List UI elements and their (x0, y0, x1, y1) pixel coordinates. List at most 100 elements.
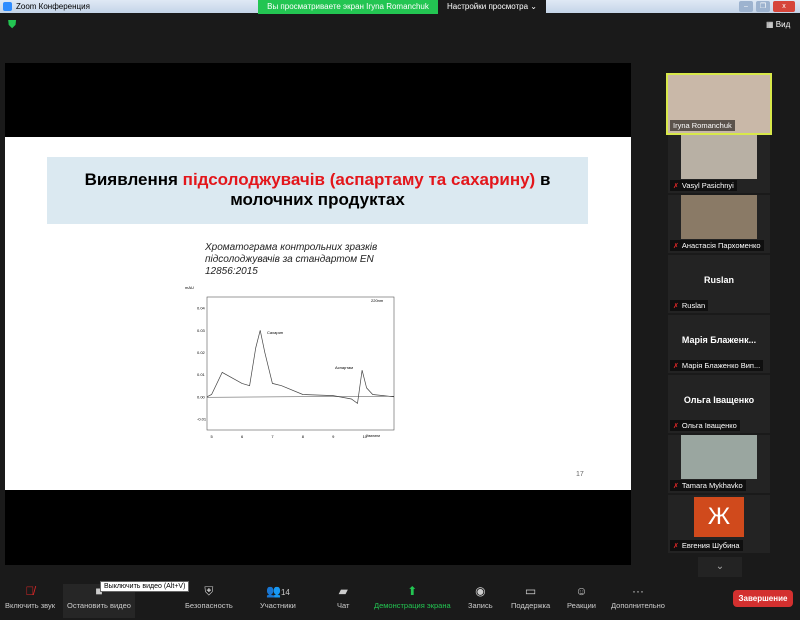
y-tick-label: 0.00 (197, 394, 206, 399)
tooltip: Выключить видео (Alt+V) (100, 581, 190, 592)
y-tick-label: -0.01 (197, 416, 207, 421)
participant-display-name: Ольга Іващенко (683, 395, 755, 405)
support-button[interactable]: ▭ Поддержка (511, 584, 550, 610)
share-screen-icon: ⬆ (407, 584, 418, 598)
screen-share-banner: Вы просматриваете экран Iryna Romanchuk (258, 0, 438, 14)
participant-name-tag: ✗ Евгения Шубина (670, 540, 743, 551)
view-button[interactable]: ▦ Вид (766, 20, 790, 29)
record-icon: ◉ (475, 584, 486, 598)
support-label: Поддержка (511, 601, 551, 610)
chromatogram-chart: mAU 220nm 0.04 0.03 0.02 0.01 0.00 -0.01 5 6 7 8 9… (185, 285, 395, 439)
y-tick-label: 0.01 (197, 372, 206, 377)
y-tick-label: 0.03 (197, 328, 206, 333)
muted-mic-icon: ✗ (673, 363, 679, 370)
participant-name: Iryna Romanchuk (673, 121, 732, 130)
x-tick-label: 5 (211, 434, 214, 439)
page-number: 17 (576, 471, 584, 478)
window-title: Zoom Конференция (16, 2, 90, 11)
participant-name-tag: ✗ Ольга Іващенко (670, 420, 740, 431)
participants-label: Участники (260, 601, 296, 610)
unmute-button[interactable]: 🎙̸ Включить звук (5, 584, 55, 610)
chat-button[interactable]: ▰ Чат (337, 584, 349, 610)
x-tick-label: 9 (332, 434, 335, 439)
y-axis-label: mAU (185, 285, 194, 290)
more-label: Дополнительно (611, 601, 665, 610)
scroll-down-button[interactable]: ⌄ (698, 557, 742, 577)
unmute-label: Включить звук (5, 601, 56, 610)
participant-name: Анастасія Пархоменко (681, 241, 761, 250)
stop-video-label: Остановить видео (67, 601, 131, 610)
baseline (206, 396, 395, 398)
muted-mic-icon: ✗ (673, 303, 679, 310)
security-shield-icon[interactable]: ⛊ (8, 19, 16, 32)
grid-icon: ▦ (766, 20, 776, 29)
chat-label: Чат (337, 601, 350, 610)
participant-name-tag: ✗ Ruslan (670, 300, 709, 311)
participant-tile[interactable]: Iryna Romanchuk (666, 73, 772, 135)
participant-tile[interactable]: Ruslan ✗ Ruslan (668, 255, 770, 313)
record-label: Запись (468, 601, 493, 610)
participants-button[interactable]: 👥14 Участники (260, 584, 296, 610)
wavelength-label: 220nm (371, 298, 384, 303)
view-label: Вид (775, 20, 791, 29)
participant-avatar: Ж (694, 497, 744, 537)
participant-tile[interactable]: ✗ Vasyl Pasichnyi (668, 135, 770, 193)
participant-tile[interactable]: Ольга Іващенко ✗ Ольга Іващенко (668, 375, 770, 433)
participant-name: Ольга Іващенко (681, 421, 737, 430)
reactions-label: Реакции (567, 601, 596, 610)
participant-name-tag: ✗ Марія Блаженко Вип... (670, 360, 764, 371)
participant-name-tag: ✗ Tamara Mykhavko (670, 480, 746, 491)
y-tick-label: 0.02 (197, 350, 206, 355)
participants-count: 14 (280, 588, 290, 597)
more-icon: ··· (631, 584, 644, 598)
reactions-button[interactable]: ☺ Реакции (567, 584, 596, 610)
muted-mic-icon: 🎙̸ (25, 584, 35, 598)
participant-tile[interactable]: ✗ Анастасія Пархоменко (668, 195, 770, 253)
y-tick-label: 0.04 (197, 306, 206, 311)
x-tick-label: 8 (302, 434, 305, 439)
restore-button[interactable]: ❐ (756, 1, 770, 12)
muted-mic-icon: ✗ (673, 543, 679, 550)
participant-name: Ruslan (681, 301, 706, 310)
participant-tile[interactable]: Марія Блаженк... ✗ Марія Блаженко Вип... (668, 315, 770, 373)
chromatogram-trace (206, 330, 395, 405)
security-button[interactable]: ⛨ Безопасность (185, 584, 233, 610)
participant-tile[interactable]: Ж ✗ Евгения Шубина (668, 495, 770, 553)
record-button[interactable]: ◉ Запись (468, 584, 493, 610)
participant-name: Евгения Шубина (681, 541, 740, 550)
participant-name-tag: ✗ Анастасія Пархоменко (670, 240, 764, 251)
muted-mic-icon: ✗ (673, 183, 679, 190)
participant-video (681, 135, 757, 179)
participant-name: Марія Блаженко Вип... (681, 361, 761, 370)
participant-name-tag: Iryna Romanchuk (670, 120, 735, 131)
security-label: Безопасность (185, 601, 233, 610)
participant-display-name: Марія Блаженк... (681, 335, 757, 345)
participant-tile[interactable]: ✗ Tamara Mykhavko (668, 435, 770, 493)
peak-label-saccharin: Сахарин (267, 330, 283, 335)
presentation-slide: Виявлення підсолоджувачів (аспартаму та … (5, 137, 631, 490)
participants-icon: 👥14 (265, 584, 290, 598)
x-tick-label: 6 (241, 434, 244, 439)
close-button[interactable]: x (773, 1, 795, 12)
participant-name: Vasyl Pasichnyi (681, 181, 734, 190)
zoom-logo-icon (3, 2, 12, 11)
participant-name-tag: ✗ Vasyl Pasichnyi (670, 180, 737, 191)
more-button[interactable]: ··· Дополнительно (611, 584, 665, 610)
minimize-button[interactable]: – (739, 1, 753, 12)
peak-label-aspartame: Аспартам (335, 365, 353, 370)
muted-mic-icon: ✗ (673, 243, 679, 250)
end-meeting-button[interactable]: Завершение (733, 590, 793, 607)
chat-icon: ▰ (338, 584, 348, 598)
share-label: Демонстрация экрана (374, 601, 451, 610)
x-axis-label: Хвилини (366, 434, 380, 438)
x-tick-label: 7 (271, 434, 274, 439)
participant-video (681, 435, 757, 479)
plot-frame (206, 296, 395, 431)
share-screen-button[interactable]: ⬆ Демонстрация экрана (374, 584, 451, 610)
view-settings-dropdown[interactable]: Настройки просмотра ⌄ (438, 0, 546, 14)
shield-icon: ⛨ (204, 584, 214, 598)
participant-name: Tamara Mykhavko (681, 481, 743, 490)
muted-mic-icon: ✗ (673, 483, 679, 490)
participant-display-name: Ruslan (703, 275, 734, 285)
participant-video (681, 195, 757, 239)
